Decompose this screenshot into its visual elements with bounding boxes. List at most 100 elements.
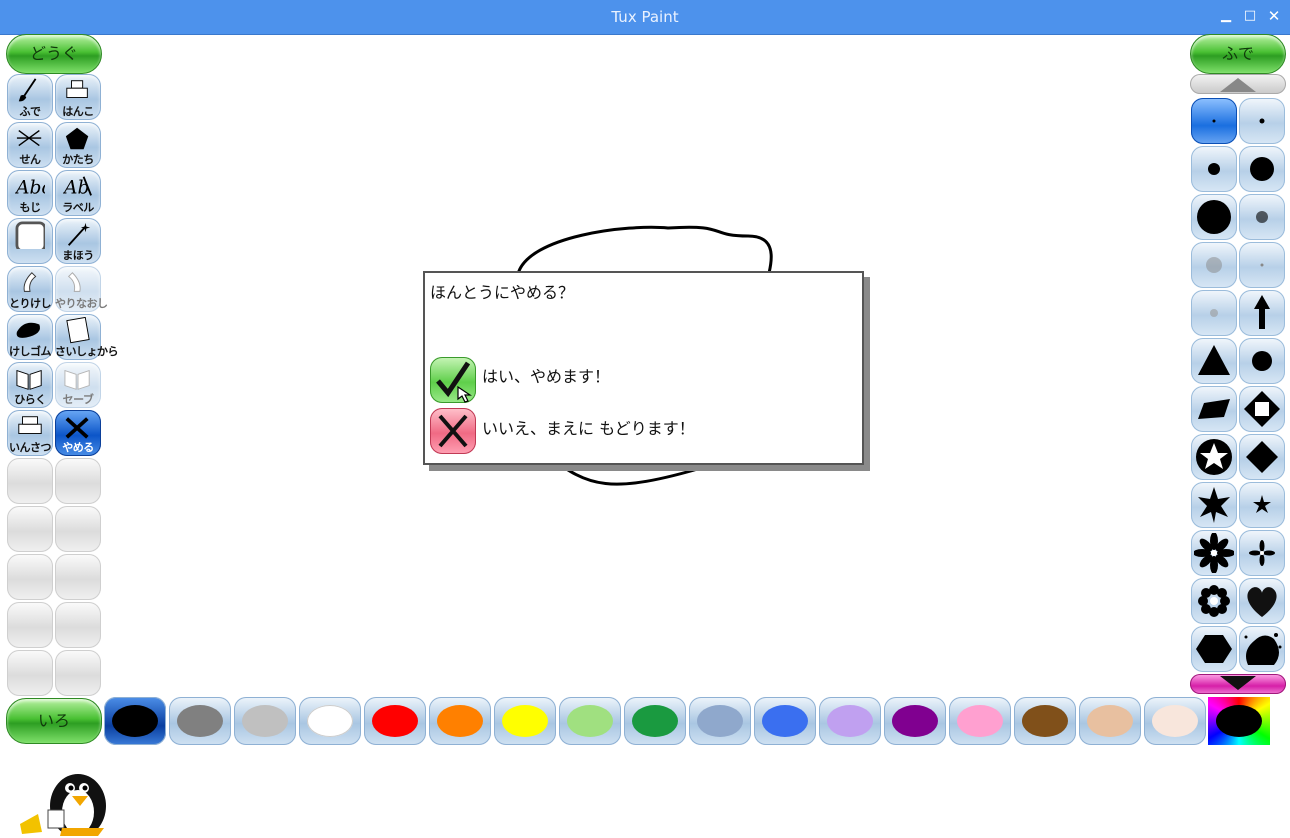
brush-medium-dot[interactable]	[1191, 146, 1237, 192]
brush-diamond-outline[interactable]	[1239, 386, 1285, 432]
title-bar: Tux Paint ▁ □ ✕	[0, 0, 1290, 35]
quit-icon	[65, 417, 89, 439]
no-return-button[interactable]	[430, 408, 476, 454]
color-swatch-fill	[827, 705, 873, 737]
triangle-icon	[1198, 345, 1230, 375]
color-swatch[interactable]	[1079, 697, 1141, 745]
color-swatch-fill	[567, 705, 613, 737]
text-icon: Abc	[15, 178, 45, 199]
tool-save-button[interactable]: セーブ	[55, 362, 101, 408]
empty-tool-slot	[7, 554, 53, 600]
color-swatch[interactable]	[429, 697, 491, 745]
brush-star-outline[interactable]	[1191, 434, 1237, 480]
up-arrow-icon	[1220, 78, 1256, 92]
color-swatch[interactable]	[559, 697, 621, 745]
tool-stamp-button[interactable]: はんこ	[55, 74, 101, 120]
close-icon[interactable]: ✕	[1266, 8, 1282, 24]
empty-tool-slot	[55, 458, 101, 504]
brush-faint-dot[interactable]	[1239, 242, 1285, 288]
faint-dot-icon	[1260, 263, 1264, 267]
tool-open-book-button[interactable]: ひらく	[7, 362, 53, 408]
color-swatch[interactable]	[624, 697, 686, 745]
yes-label: はい、やめます！	[482, 367, 611, 386]
brush-flower-small[interactable]	[1239, 530, 1285, 576]
brush-parallelogram[interactable]	[1191, 386, 1237, 432]
color-swatch[interactable]	[1144, 697, 1206, 745]
tool-brush-button[interactable]: ふで	[7, 74, 53, 120]
color-swatch[interactable]	[104, 697, 166, 745]
color-swatch[interactable]	[494, 697, 556, 745]
color-swatch[interactable]	[819, 697, 881, 745]
tool-redo-button[interactable]: やりなおし	[55, 266, 108, 312]
color-swatch[interactable]	[169, 697, 231, 745]
tool-label: やりなおし	[55, 297, 108, 310]
color-swatch[interactable]	[364, 697, 426, 745]
tool-label: かたち	[62, 153, 94, 166]
brush-arrow-up[interactable]	[1239, 290, 1285, 336]
open-book-icon	[16, 369, 42, 390]
brush-blur-dot[interactable]	[1239, 194, 1285, 240]
brush-small-dot[interactable]	[1239, 98, 1285, 144]
color-swatch-fill	[957, 705, 1003, 737]
tool-magic-wand-button[interactable]: まほう	[55, 218, 101, 264]
brush-faint-small-dot[interactable]	[1191, 290, 1237, 336]
quit-confirm-dialog: ほんとうにやめる？ はい、やめます！ いいえ、まえに もどります！	[423, 271, 864, 465]
tool-label: せん	[19, 153, 42, 166]
brush-diamond[interactable]	[1239, 434, 1285, 480]
color-swatch[interactable]	[299, 697, 361, 745]
brush-star-six[interactable]	[1191, 482, 1237, 528]
yes-quit-button[interactable]	[430, 357, 476, 403]
tool-label: いんさつ	[9, 441, 52, 454]
tools-header: どうぐ	[6, 34, 102, 74]
color-swatch-fill	[697, 705, 743, 737]
tool-lines-button[interactable]: せん	[7, 122, 53, 168]
brush-soft-dot[interactable]	[1191, 242, 1237, 288]
tool-label: まほう	[62, 249, 94, 262]
brush-tiny-dot[interactable]	[1191, 98, 1237, 144]
color-swatch[interactable]	[234, 697, 296, 745]
empty-tool-slot	[7, 602, 53, 648]
brush-gear-flower[interactable]	[1191, 578, 1237, 624]
tool-quit-button[interactable]: やめる	[55, 410, 101, 456]
brush-large-dot[interactable]	[1239, 146, 1285, 192]
brush-star-small[interactable]	[1239, 482, 1285, 528]
tool-eraser-button[interactable]: けしゴム	[7, 314, 53, 360]
brushes-header: ふで	[1190, 34, 1286, 74]
star-small-icon	[1253, 495, 1271, 513]
maximize-icon[interactable]: □	[1242, 8, 1258, 24]
color-swatch-fill	[632, 705, 678, 737]
rainbow-picker-icon[interactable]	[1208, 697, 1270, 745]
tool-undo-button[interactable]: とりけし	[7, 266, 53, 312]
brush-heart[interactable]	[1239, 578, 1285, 624]
brush-triangle[interactable]	[1191, 338, 1237, 384]
star-six-icon	[1198, 487, 1230, 523]
pentagon-icon	[65, 127, 89, 150]
label-icon: Ab	[63, 176, 92, 199]
color-swatch[interactable]	[884, 697, 946, 745]
dialog-question: ほんとうにやめる？	[430, 283, 575, 302]
brush-circle[interactable]	[1239, 338, 1285, 384]
heart-icon	[1247, 587, 1277, 617]
color-swatch-fill	[372, 705, 418, 737]
splatter-icon	[1244, 633, 1282, 665]
minimize-icon[interactable]: ▁	[1218, 8, 1234, 24]
tool-print-button[interactable]: いんさつ	[7, 410, 53, 456]
color-swatch[interactable]	[949, 697, 1011, 745]
color-swatch[interactable]	[754, 697, 816, 745]
color-swatch[interactable]	[689, 697, 751, 745]
brush-hexagon[interactable]	[1191, 626, 1237, 672]
tool-fill-square-button[interactable]	[7, 218, 53, 264]
tool-pentagon-button[interactable]: かたち	[55, 122, 101, 168]
scroll-down-button[interactable]	[1190, 674, 1286, 694]
color-swatch-fill	[1022, 705, 1068, 737]
scroll-up-button[interactable]	[1190, 74, 1286, 94]
brush-big-dot[interactable]	[1191, 194, 1237, 240]
color-swatch[interactable]	[1014, 697, 1076, 745]
tool-label-button[interactable]: Ab ラベル	[55, 170, 101, 216]
medium-dot-icon	[1208, 163, 1220, 175]
brush-flower[interactable]	[1191, 530, 1237, 576]
tool-new-page-button[interactable]: さいしょから	[55, 314, 119, 360]
tool-text-button[interactable]: Abc もじ	[7, 170, 53, 216]
empty-tool-slot	[55, 554, 101, 600]
brush-splatter[interactable]	[1239, 626, 1285, 672]
